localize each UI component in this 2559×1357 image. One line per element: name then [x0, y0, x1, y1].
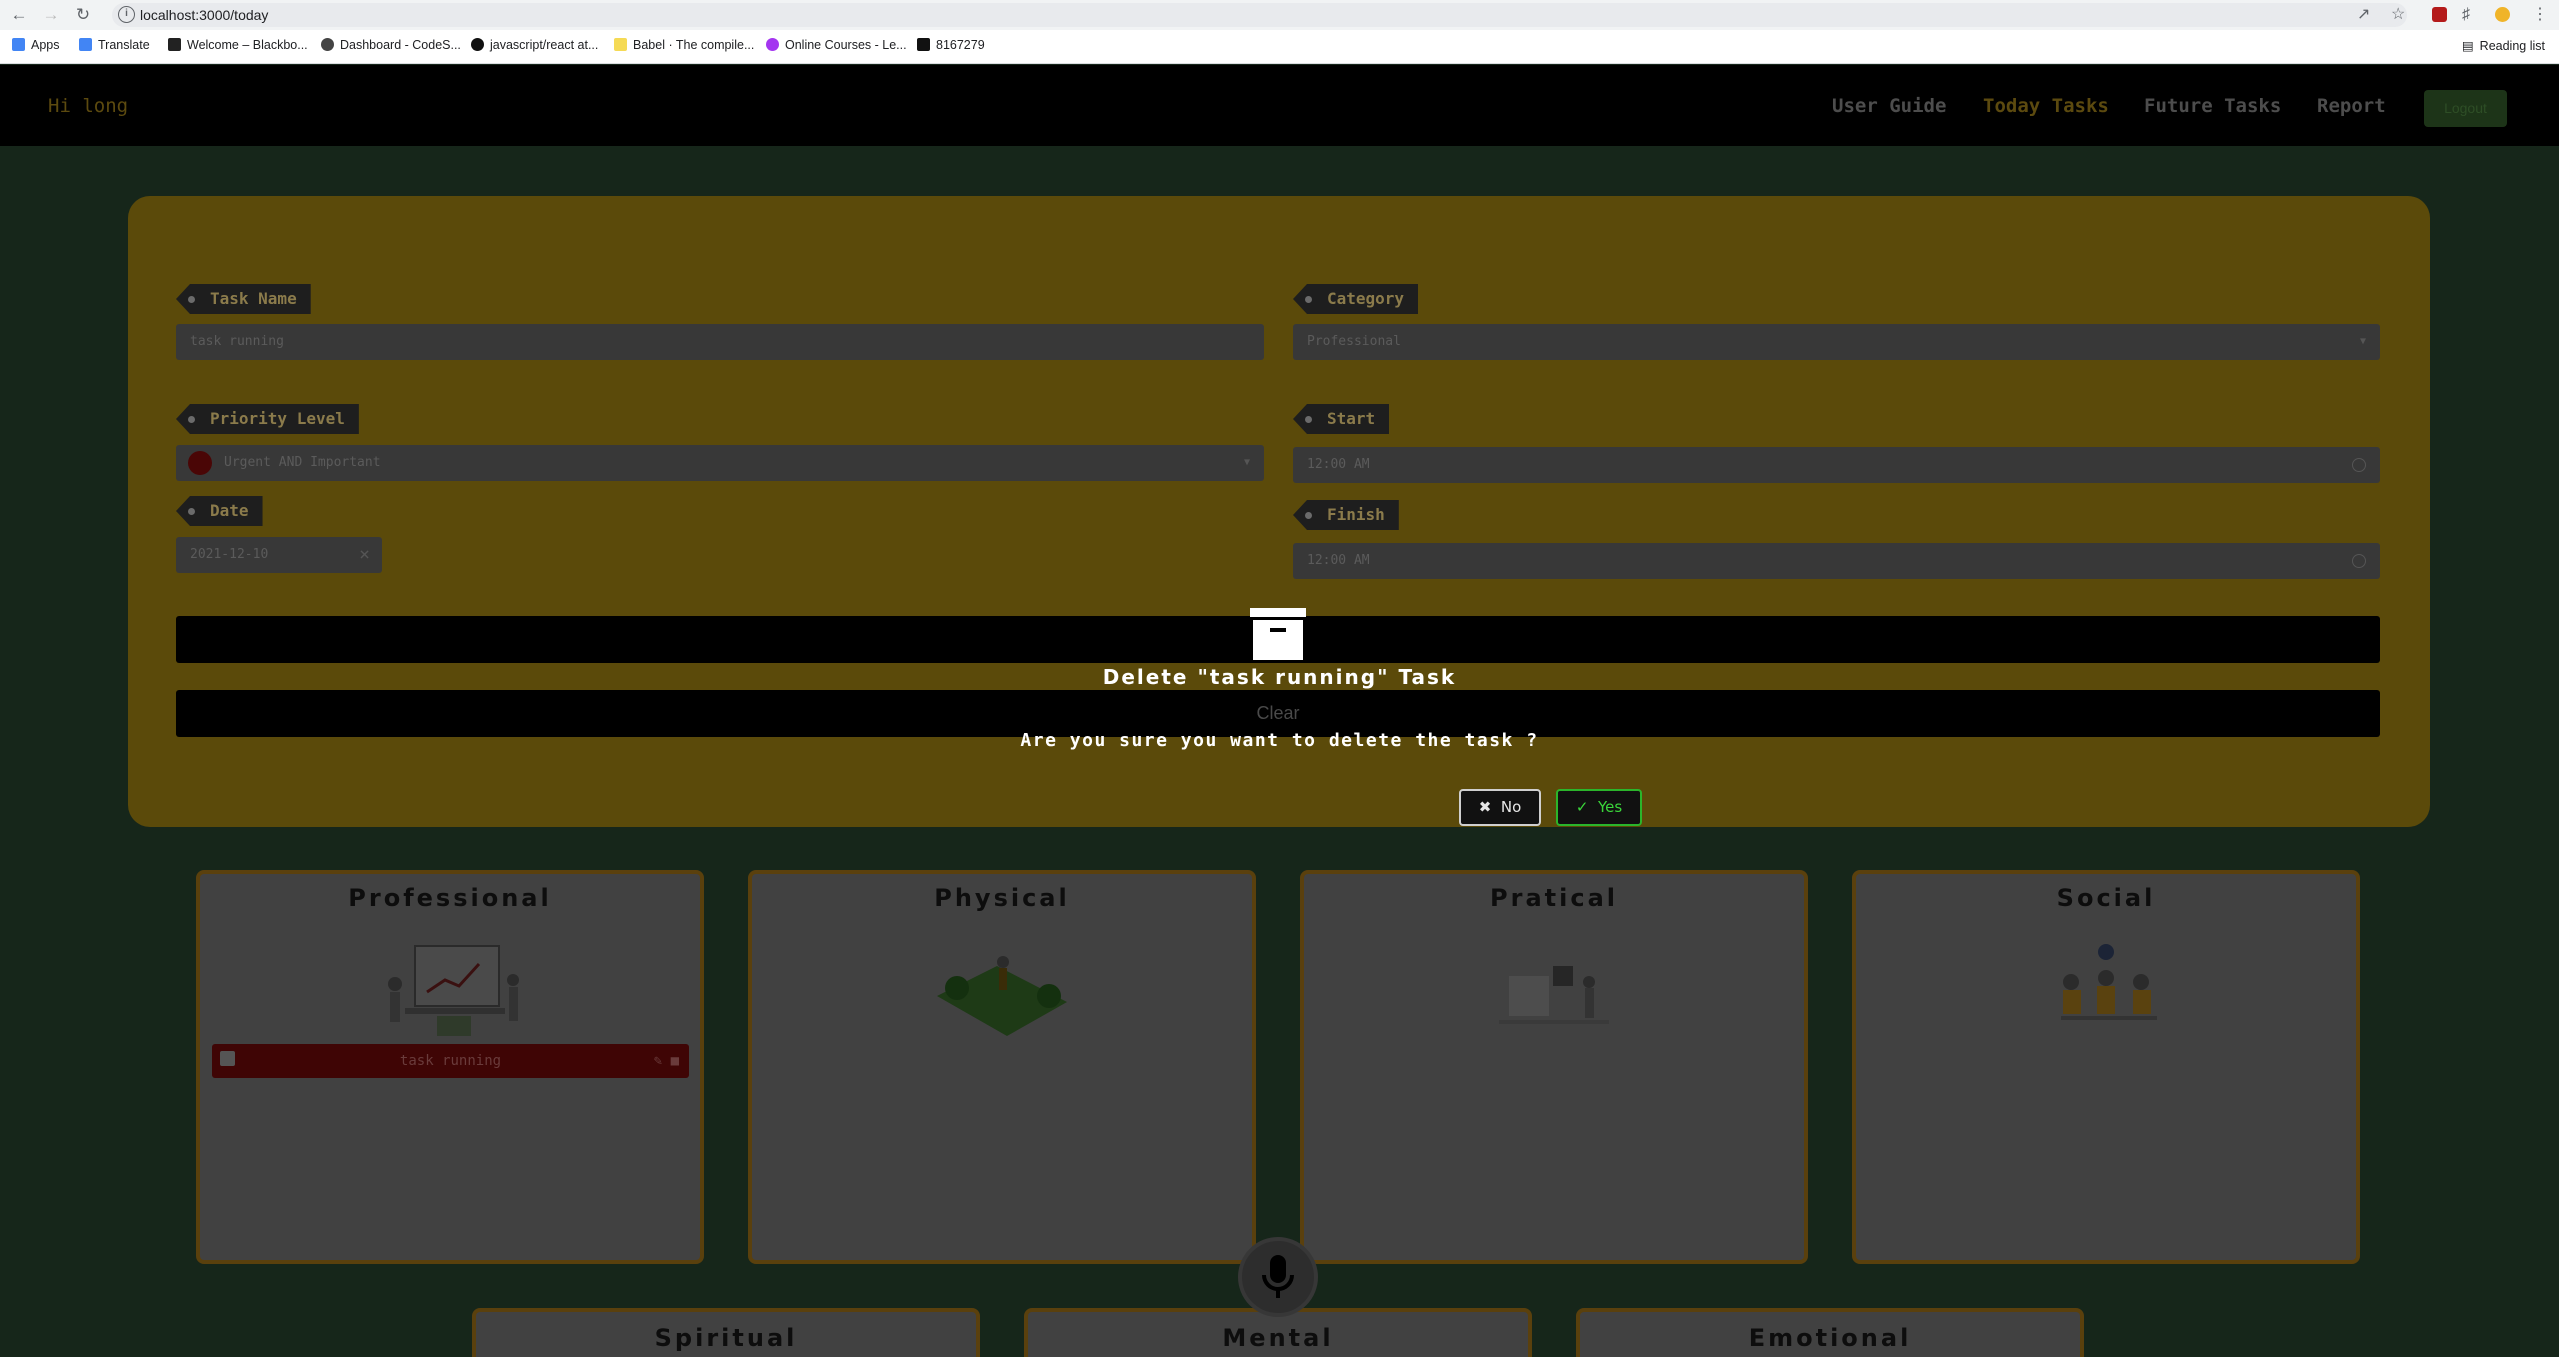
- udemy-icon: [766, 38, 779, 51]
- menu-kebab-icon[interactable]: ⋮: [2532, 5, 2548, 25]
- clear-date-icon[interactable]: ×: [359, 537, 370, 573]
- category-card-emotional: Emotional: [1576, 1308, 2084, 1357]
- bookmark-apps[interactable]: Apps: [12, 38, 60, 52]
- nav-future-tasks[interactable]: Future Tasks: [2144, 95, 2281, 117]
- chevron-down-icon: ▼: [1243, 457, 1250, 468]
- category-title: Spiritual: [654, 1324, 798, 1352]
- date-label: Date: [176, 496, 263, 526]
- nav-user-guide[interactable]: User Guide: [1832, 95, 1946, 117]
- nav-today-tasks[interactable]: Today Tasks: [1983, 95, 2109, 117]
- extensions-icon[interactable]: ♯: [2462, 5, 2470, 25]
- translate-icon: [79, 38, 92, 51]
- category-title: Mental: [1222, 1324, 1334, 1352]
- category-title: Professional: [348, 884, 552, 912]
- github-icon: [471, 38, 484, 51]
- category-card-spiritual: Spiritual: [472, 1308, 980, 1357]
- pratical-illustration: [1499, 966, 1609, 1024]
- ublock-extension-icon[interactable]: [2432, 7, 2447, 22]
- task-name-input[interactable]: task running: [176, 324, 1264, 360]
- task-checkbox[interactable]: [220, 1051, 235, 1066]
- priority-label: Priority Level: [176, 404, 359, 434]
- nav-report[interactable]: Report: [2317, 95, 2386, 117]
- codesignal-icon: [321, 38, 334, 51]
- address-bar[interactable]: [112, 3, 2407, 27]
- professional-illustration: [388, 945, 519, 1036]
- check-icon: ✓: [1575, 798, 1589, 816]
- category-title: Pratical: [1490, 884, 1618, 912]
- start-label: Start: [1293, 404, 1390, 434]
- bookmarks-bar: Apps Translate Welcome – Blackbo... Dash…: [0, 30, 2559, 64]
- dialog-message: Are you sure you want to delete the task…: [1020, 730, 1539, 751]
- category-card-professional: Professional task running ✎ ■: [196, 870, 704, 1264]
- babel-icon: [614, 38, 627, 51]
- task-title: task running: [399, 1053, 502, 1069]
- category-card-social: Social: [1852, 870, 2360, 1264]
- back-icon[interactable]: ←: [8, 4, 30, 26]
- category-title: Physical: [934, 884, 1070, 912]
- confirm-delete-button[interactable]: ✓ Yes: [1556, 789, 1642, 826]
- bb-icon: [917, 38, 930, 51]
- start-time-input[interactable]: 12:00 AM: [1293, 447, 2380, 483]
- priority-color-dot: [188, 450, 212, 475]
- bookmark-github[interactable]: javascript/react at...: [471, 38, 598, 52]
- category-card-pratical: Pratical: [1300, 870, 1808, 1264]
- browser-toolbar: ← → ↻ i localhost:3000/today ↗ ☆ ♯ ⋮: [0, 0, 2559, 30]
- task-name-label: Task Name: [176, 284, 311, 314]
- share-icon[interactable]: ↗: [2357, 5, 2370, 25]
- clock-icon[interactable]: [2352, 554, 2366, 568]
- category-title: Emotional: [1748, 1324, 1912, 1352]
- reading-list[interactable]: ▤ Reading list: [2462, 38, 2545, 53]
- logout-button[interactable]: Logout: [2424, 90, 2507, 127]
- cancel-button[interactable]: ✖ No: [1459, 789, 1541, 826]
- close-icon: ✖: [1478, 798, 1492, 816]
- bookmark-codesignal[interactable]: Dashboard - CodeS...: [321, 38, 461, 52]
- clock-icon[interactable]: [2352, 458, 2366, 472]
- reload-icon[interactable]: ↻: [72, 4, 94, 26]
- category-label: Category: [1293, 284, 1419, 314]
- chevron-down-icon: ▼: [2359, 336, 2366, 347]
- physical-illustration: [937, 956, 1067, 1036]
- site-info-icon[interactable]: i: [118, 6, 135, 23]
- bookmark-babel[interactable]: Babel · The compile...: [614, 38, 754, 52]
- app-header: Hi long User Guide Today Tasks Future Ta…: [0, 65, 2559, 146]
- blackboard-icon: [168, 38, 181, 51]
- bookmark-8167279[interactable]: 8167279: [917, 38, 985, 52]
- priority-select[interactable]: Urgent AND Important ▼: [176, 445, 1264, 481]
- bookmark-udemy[interactable]: Online Courses - Le...: [766, 38, 907, 52]
- category-card-physical: Physical: [748, 870, 1256, 1264]
- profile-avatar-icon[interactable]: [2495, 7, 2510, 22]
- category-select[interactable]: Professional ▼: [1293, 324, 2380, 360]
- dialog-title: Delete "task running" Task: [1102, 665, 1457, 689]
- archive-box-icon: [1250, 608, 1306, 665]
- date-input[interactable]: 2021-12-10 ×: [176, 537, 382, 573]
- reading-list-icon: ▤: [2461, 39, 2474, 53]
- category-title: Social: [2056, 884, 2156, 912]
- microphone-icon: [1262, 1255, 1294, 1298]
- url-text[interactable]: localhost:3000/today: [140, 7, 268, 23]
- edit-icon[interactable]: ✎: [654, 1053, 662, 1069]
- bookmark-translate[interactable]: Translate: [79, 38, 150, 52]
- bookmark-star-icon[interactable]: ☆: [2391, 5, 2405, 25]
- apps-grid-icon: [12, 38, 25, 51]
- bookmark-blackboard[interactable]: Welcome – Blackbo...: [168, 38, 308, 52]
- greeting: Hi long: [48, 95, 129, 117]
- trash-icon[interactable]: ■: [671, 1053, 679, 1069]
- voice-input-button[interactable]: [1238, 1237, 1318, 1317]
- finish-label: Finish: [1293, 500, 1399, 530]
- social-illustration: [2061, 944, 2157, 1020]
- finish-time-input[interactable]: 12:00 AM: [1293, 543, 2380, 579]
- task-item[interactable]: task running ✎ ■: [212, 1044, 689, 1078]
- forward-icon[interactable]: →: [40, 4, 62, 26]
